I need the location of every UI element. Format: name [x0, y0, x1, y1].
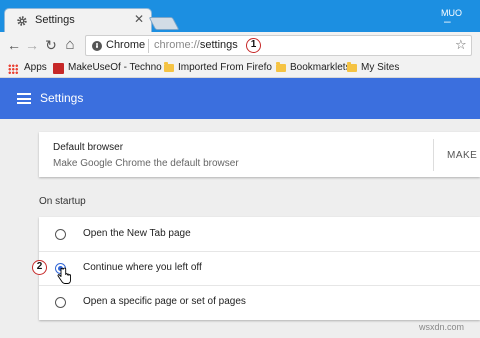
- option-divider: [39, 251, 480, 252]
- url-host: settings: [199, 39, 238, 51]
- bookmarks-bar: Apps MakeUseOf - Techno Imported From Fi…: [0, 59, 480, 78]
- url-text[interactable]: chrome://settings: [154, 39, 238, 51]
- bookmark-star-icon[interactable]: ☆: [455, 37, 467, 53]
- close-tab-icon[interactable]: ✕: [134, 12, 144, 26]
- option-divider: [39, 285, 480, 286]
- menu-icon[interactable]: [17, 93, 31, 104]
- folder-icon: [276, 62, 286, 72]
- on-startup-label: On startup: [39, 196, 86, 207]
- card-divider: [433, 139, 434, 171]
- hand-cursor-icon: [57, 267, 71, 284]
- apps-grid-icon: [8, 64, 18, 74]
- bookmark-makeuseof[interactable]: MakeUseOf - Techno: [68, 62, 164, 73]
- folder-icon: [347, 62, 357, 72]
- default-browser-description: Make Google Chrome the default browser: [53, 158, 239, 169]
- forward-button[interactable]: →: [24, 37, 40, 53]
- folder-icon: [164, 62, 174, 72]
- option-label: Continue where you left off: [83, 262, 202, 273]
- bookmark-bookmarklets[interactable]: Bookmarklets: [290, 62, 351, 73]
- minimize-button[interactable]: –: [444, 14, 451, 28]
- settings-header: Settings: [0, 78, 480, 119]
- annotation-marker-2: 2: [32, 260, 47, 275]
- bookmark-apps[interactable]: Apps: [24, 62, 47, 73]
- radio-button[interactable]: [55, 297, 66, 308]
- home-button[interactable]: ⌂: [62, 37, 78, 53]
- makeuseof-icon: [53, 63, 64, 74]
- title-bar: Settings ✕ MUO –: [0, 0, 480, 33]
- startup-option-new-tab[interactable]: Open the New Tab page: [39, 217, 480, 251]
- annotation-marker-1: 1: [246, 38, 261, 53]
- radio-button[interactable]: [55, 229, 66, 240]
- back-button[interactable]: ←: [6, 37, 22, 53]
- bookmark-imported-from-firefox[interactable]: Imported From Firefo: [178, 62, 274, 73]
- gear-icon: [17, 16, 27, 26]
- page-title: Settings: [40, 91, 84, 105]
- url-scheme: chrome://: [154, 39, 200, 51]
- info-icon[interactable]: [92, 41, 102, 51]
- security-chip[interactable]: Chrome: [106, 39, 145, 51]
- option-label: Open a specific page or set of pages: [83, 296, 246, 307]
- startup-option-specific-pages[interactable]: Open a specific page or set of pages: [39, 285, 480, 319]
- tab-title: Settings: [35, 14, 75, 26]
- tab-settings[interactable]: Settings ✕: [4, 8, 152, 33]
- address-bar[interactable]: Chrome chrome://settings ☆: [85, 35, 472, 56]
- make-default-button[interactable]: MAKE D: [447, 150, 480, 161]
- chip-divider: [148, 39, 149, 53]
- option-label: Open the New Tab page: [83, 228, 191, 239]
- browser-toolbar: ← → ↻ ⌂ Chrome chrome://settings ☆ 1: [0, 32, 480, 59]
- default-browser-title: Default browser: [53, 142, 124, 153]
- default-browser-card: Default browser Make Google Chrome the d…: [39, 132, 480, 177]
- watermark: wsxdn.com: [419, 322, 465, 332]
- startup-option-continue[interactable]: Continue where you left off: [39, 251, 480, 285]
- bookmark-my-sites[interactable]: My Sites: [361, 62, 399, 73]
- reload-button[interactable]: ↻: [43, 37, 59, 53]
- startup-options-card: Open the New Tab page Continue where you…: [39, 217, 480, 320]
- new-tab-button[interactable]: [148, 17, 180, 30]
